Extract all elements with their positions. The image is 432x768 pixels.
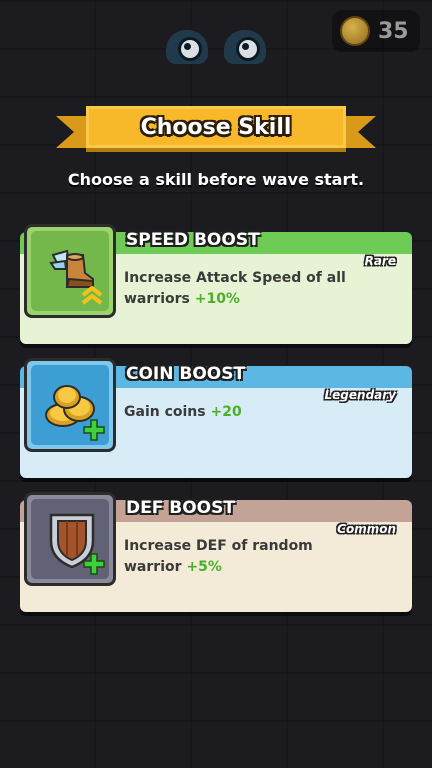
title-banner: Choose Skill (56, 106, 376, 150)
skill-description: Increase Attack Speed of all warriors +1… (124, 268, 374, 310)
subtitle: Choose a skill before wave start. (67, 170, 365, 189)
skill-icon-box (24, 492, 116, 586)
skill-description: Gain coins +20 (124, 402, 374, 423)
plus-icon (83, 553, 105, 575)
monster-right (224, 30, 266, 64)
skill-icon-box (24, 224, 116, 318)
rarity-label: Legendary (324, 388, 396, 402)
monster-left (166, 30, 208, 64)
coin-icon (340, 16, 370, 46)
skill-description: Increase DEF of random warrior +5% (124, 536, 374, 578)
skill-name: DEF BOOST (126, 498, 235, 518)
coin-counter: 35 (332, 10, 420, 52)
page-title: Choose Skill (140, 114, 292, 140)
bonus-value: +10% (194, 291, 240, 307)
skill-name: COIN BOOST (126, 364, 246, 384)
rarity-label: Common (337, 522, 396, 536)
desc-text: Gain coins (124, 404, 206, 420)
bonus-value: +20 (210, 404, 242, 420)
coin-count: 35 (378, 18, 409, 44)
bonus-value: +5% (186, 559, 222, 575)
rarity-label: Rare (364, 254, 396, 268)
skill-card-speed-boost[interactable]: SPEED BOOST Rare Increase Attack Speed o… (20, 224, 412, 344)
banner-ribbon: Choose Skill (86, 106, 346, 148)
skill-icon-box (24, 358, 116, 452)
plus-icon (83, 419, 105, 441)
double-chevron-up-icon (81, 286, 103, 305)
skill-name: SPEED BOOST (126, 230, 260, 250)
skill-card-def-boost[interactable]: DEF BOOST Common Increase DEF of random … (20, 492, 412, 612)
skill-card-coin-boost[interactable]: COIN BOOST Legendary Gain coins +20 (20, 358, 412, 478)
